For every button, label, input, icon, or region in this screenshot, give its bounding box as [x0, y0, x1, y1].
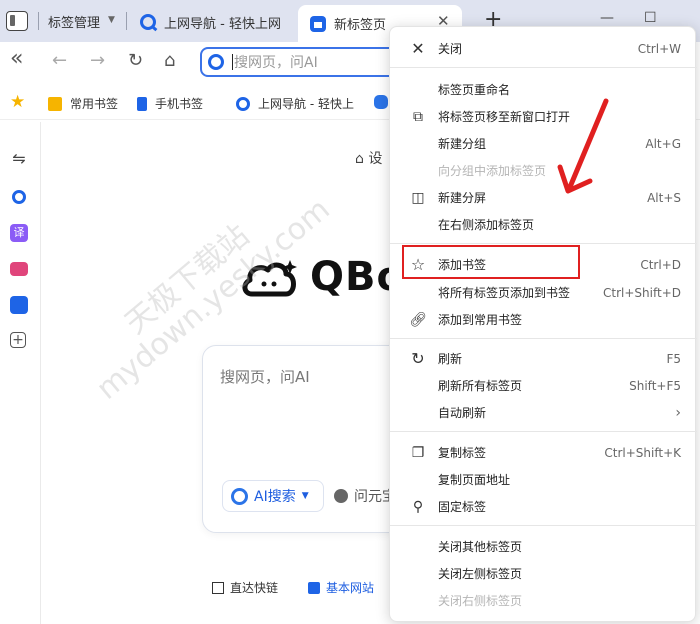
annotation-arrow-icon	[557, 98, 609, 194]
tab-label: 上网导航 - 轻快上网	[164, 16, 281, 32]
tab-label: 新标签页	[334, 18, 387, 33]
left-sidebar: ⇋ 译 +	[0, 120, 38, 624]
ai-search-icon	[231, 487, 248, 505]
bookmark-label: 手机书签	[155, 97, 204, 111]
address-placeholder: 搜网页，问AI	[234, 55, 318, 71]
home-tab-icon	[310, 15, 326, 32]
menu-divider	[390, 431, 697, 432]
ai-search-button[interactable]: AI搜索 ▼	[222, 480, 324, 512]
search-engine-icon	[208, 54, 224, 70]
quick-link-basic[interactable]: 基本网站	[308, 579, 374, 596]
refresh-icon: ↻	[411, 349, 425, 368]
text-caret	[232, 54, 233, 70]
quick-link-direct[interactable]: 直达快链	[212, 579, 278, 596]
maximize-icon[interactable]: ☐	[644, 10, 657, 26]
menu-item-move-to-new-window[interactable]: ⧉ 将标签页移至新窗口打开	[390, 103, 697, 130]
collapse-sidebar-icon[interactable]: «	[10, 46, 23, 71]
menu-item-bookmark-all-tabs[interactable]: 将所有标签页添加到书签 Ctrl+Shift+D	[390, 279, 697, 306]
settings-button[interactable]: ⌂ 设	[355, 148, 382, 168]
new-window-icon: ⧉	[413, 108, 423, 125]
ai-search-label: AI搜索	[254, 489, 296, 505]
menu-item-close-left[interactable]: 关闭左侧标签页	[390, 560, 697, 587]
tab-context-menu: ✕ 关闭 Ctrl+W 标签页重命名 ⧉ 将标签页移至新窗口打开 新建分组 Al…	[389, 26, 697, 622]
chevron-right-icon: ›	[675, 404, 681, 421]
menu-item-close[interactable]: ✕ 关闭 Ctrl+W	[390, 35, 697, 62]
home-icon[interactable]: ⌂	[164, 50, 175, 71]
tab-group-label[interactable]: 标签管理	[48, 12, 100, 31]
video-icon[interactable]	[10, 262, 28, 276]
close-icon: ✕	[411, 39, 425, 58]
menu-item-new-group[interactable]: 新建分组 Alt+G	[390, 130, 697, 157]
menu-item-rename-tab[interactable]: 标签页重命名	[390, 76, 697, 103]
bookmark-item[interactable]: 上网导航 - 轻快上	[236, 95, 354, 112]
quick-link-label: 直达快链	[230, 581, 279, 595]
tab-navigation[interactable]: 上网导航 - 轻快上网	[140, 7, 286, 37]
minimize-icon[interactable]: —	[600, 10, 614, 26]
menu-item-pin-tab[interactable]: ⚲ 固定标签	[390, 493, 697, 520]
link-icon: 🔗︎	[409, 311, 427, 328]
yuanbao-icon	[334, 489, 348, 503]
menu-divider	[390, 243, 697, 244]
menu-item-copy-page-url[interactable]: 复制页面地址	[390, 466, 697, 493]
qq-browser-icon	[140, 14, 156, 30]
bookmark-folder-icon	[48, 96, 62, 111]
chevron-down-icon: ▼	[301, 491, 309, 501]
qbot-cloud-logo-icon	[242, 260, 297, 297]
tab-divider	[38, 12, 39, 30]
menu-item-refresh-all[interactable]: 刷新所有标签页 Shift+F5	[390, 372, 697, 399]
split-screen-icon: ◫	[411, 189, 425, 206]
mobile-icon	[137, 96, 147, 111]
menu-item-auto-refresh[interactable]: 自动刷新 ›	[390, 399, 697, 426]
menu-item-new-split-screen[interactable]: ◫ 新建分屏 Alt+S	[390, 184, 697, 211]
duplicate-icon: ❐	[411, 444, 425, 461]
back-arrow-icon[interactable]: ←	[52, 50, 67, 71]
main-search-placeholder: 搜网页，问AI	[220, 368, 310, 386]
tab-divider	[126, 12, 127, 30]
menu-item-add-tab-right[interactable]: 在右侧添加标签页	[390, 211, 697, 238]
home-tab-icon[interactable]	[10, 296, 28, 314]
bookmark-item[interactable]: 手机书签	[137, 95, 203, 112]
menu-item-add-to-group: 向分组中添加标签页	[438, 164, 547, 178]
menu-item-close-right: 关闭右侧标签页	[438, 594, 523, 608]
menu-item-close-others[interactable]: 关闭其他标签页	[390, 533, 697, 560]
chevron-down-icon[interactable]: ▼	[108, 15, 115, 25]
tab-sidebar-toggle-icon[interactable]	[6, 11, 28, 31]
app-icon	[374, 95, 388, 109]
wen-button[interactable]: 问元宝	[334, 486, 396, 506]
folder-icon	[308, 581, 320, 594]
quick-link-label: 基本网站	[326, 581, 375, 595]
address-bar[interactable]: 搜网页，问AI	[200, 47, 420, 77]
qq-browser-icon	[236, 96, 250, 111]
forward-arrow-icon[interactable]: →	[90, 50, 105, 71]
menu-item-refresh[interactable]: ↻ 刷新 F5	[390, 345, 697, 372]
highlight-box	[402, 245, 580, 279]
translate-icon[interactable]: 译	[10, 224, 28, 242]
star-icon[interactable]: ★	[10, 92, 25, 112]
refresh-icon[interactable]: ↻	[128, 50, 143, 71]
bookmark-label: 上网导航 - 轻快上	[258, 97, 354, 111]
menu-divider	[390, 525, 697, 526]
menu-item-add-to-common-bookmarks[interactable]: 🔗︎ 添加到常用书签	[390, 306, 697, 333]
menu-divider	[390, 338, 697, 339]
bookmark-label: 常用书签	[70, 97, 119, 111]
qq-search-icon[interactable]	[12, 190, 26, 204]
settings-label: 设	[368, 151, 383, 167]
menu-divider	[390, 67, 697, 68]
swap-icon[interactable]: ⇋	[10, 150, 28, 168]
pin-icon: ⚲	[412, 498, 424, 515]
menu-item-duplicate-tab[interactable]: ❐ 复制标签 Ctrl+Shift+K	[390, 439, 697, 466]
bookmark-item[interactable]: 常用书签	[48, 95, 118, 112]
add-icon[interactable]: +	[10, 332, 26, 348]
grid-icon	[212, 581, 224, 594]
